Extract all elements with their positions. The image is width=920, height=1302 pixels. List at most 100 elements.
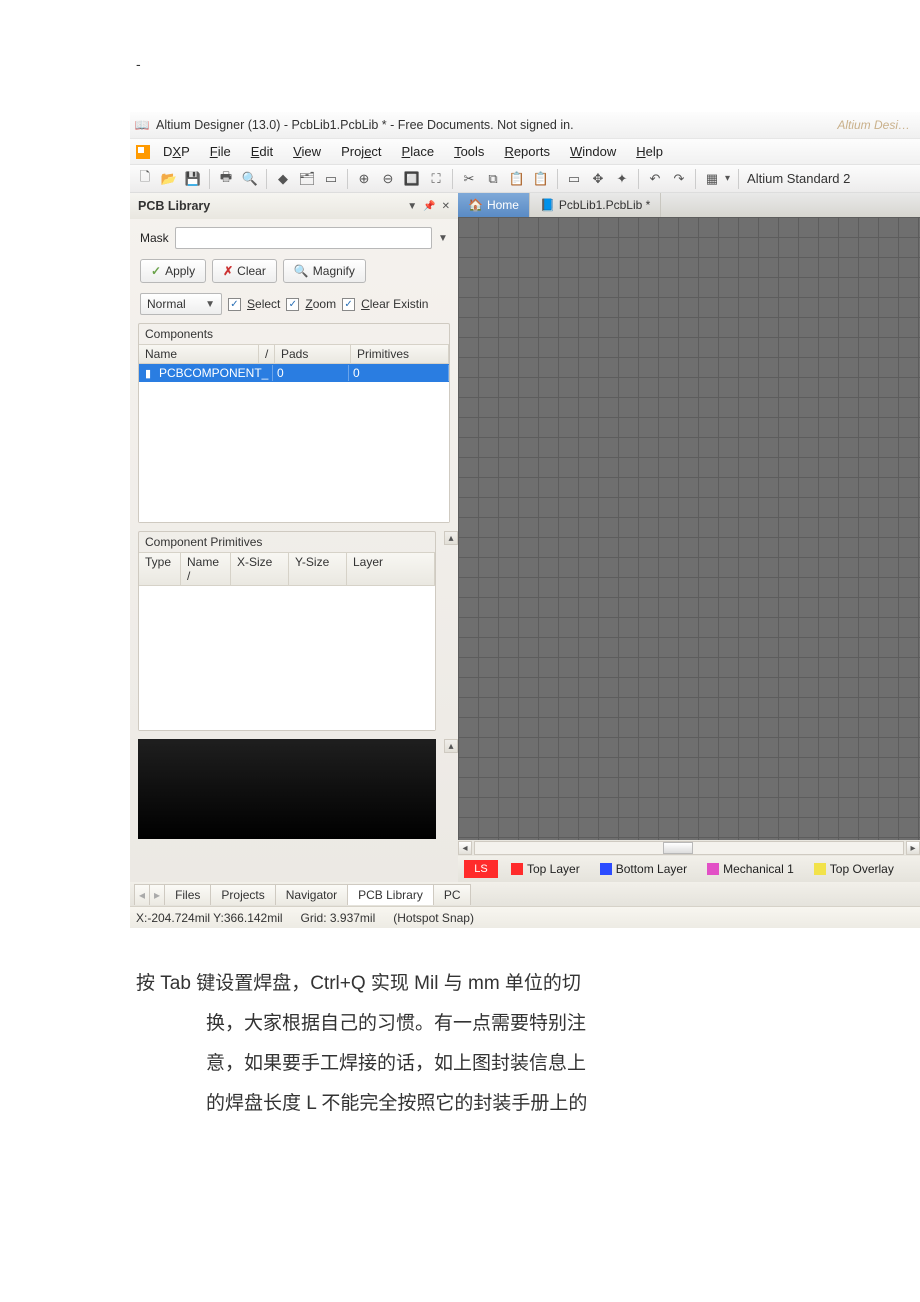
tab-projects[interactable]: Projects [210,884,275,905]
col-sort-icon[interactable]: / [259,345,275,363]
magnify-button[interactable]: 🔍Magnify [283,259,366,283]
tab-navigator[interactable]: Navigator [275,884,348,905]
tab-pcblib[interactable]: 📘 PcbLib1.PcbLib * [530,193,661,217]
primitives-group: Component Primitives Type Name / X-Size … [138,531,436,731]
window-title: Altium Designer (13.0) - PcbLib1.PcbLib … [156,118,574,132]
clear-button[interactable]: ✗Clear [212,259,277,283]
print-icon[interactable]: 🖶 [215,168,237,190]
zoom-fit-icon[interactable]: ⛶ [425,168,447,190]
menu-tools[interactable]: Tools [445,142,493,161]
component-name: PCBCOMPONENT_ [155,365,273,381]
menu-project[interactable]: Project [332,142,390,161]
canvas-hscroll[interactable]: ◂ ▸ [458,840,920,856]
deselect-icon[interactable]: ✦ [611,168,633,190]
altium-icon[interactable] [134,143,152,161]
tab-pc[interactable]: PC [433,884,472,905]
select-icon[interactable]: ▭ [563,168,585,190]
move-icon[interactable]: ✥ [587,168,609,190]
pcol-ysize[interactable]: Y-Size [289,553,347,585]
status-snap: (Hotspot Snap) [393,911,474,925]
layer-top-overlay[interactable]: Top Overlay [807,859,901,879]
swatch-icon [600,863,612,875]
pcol-layer[interactable]: Layer [347,553,435,585]
component-primitives: 0 [349,365,449,381]
zoom-out-icon[interactable]: ⊖ [377,168,399,190]
toolbar-sep [266,169,267,189]
component-pads: 0 [273,365,349,381]
copy-icon[interactable]: ⧉ [482,168,504,190]
toolbar: 🗋 📂 💾 🖶 🔍 ◆ 🗂 ▭ ⊕ ⊖ 🔲 ⛶ ✂ ⧉ 📋 📋 ▭ ✥ ✦ [130,164,920,192]
layer-set-button[interactable]: LS [464,860,498,878]
app-window: 📖 Altium Designer (13.0) - PcbLib1.PcbLi… [130,112,920,928]
collapse-preview-icon[interactable]: ▴ [444,739,458,753]
toolbar-sep [638,169,639,189]
tab-files[interactable]: Files [164,884,211,905]
panel-close-icon[interactable]: ✕ [442,201,450,212]
col-pads[interactable]: Pads [275,345,351,363]
tabs-scroll-right-icon[interactable]: ▸ [149,884,165,905]
tab-home[interactable]: 🏠 Home [458,193,530,217]
component-row[interactable]: ▮ PCBCOMPONENT_ 0 0 [139,364,449,382]
grid-icon[interactable]: ▦ [701,168,723,190]
col-name[interactable]: Name [139,345,259,363]
mode-select[interactable]: Normal▼ [140,293,222,315]
status-grid: Grid: 3.937mil [301,911,376,925]
grid-dropdown-icon[interactable]: ▾ [725,173,730,184]
layer-bottom[interactable]: Bottom Layer [593,859,694,879]
status-coords: X:-204.724mil Y:366.142mil [136,911,283,925]
tab-pcb-library[interactable]: PCB Library [347,884,434,905]
swatch-icon [511,863,523,875]
menu-reports[interactable]: Reports [495,142,559,161]
cut-icon[interactable]: ✂ [458,168,480,190]
pcol-xsize[interactable]: X-Size [231,553,289,585]
open-icon[interactable]: 📂 [158,168,180,190]
panel-pin-icon[interactable]: 📌 [423,201,435,212]
undo-icon[interactable]: ↶ [644,168,666,190]
layer-top[interactable]: Top Layer [504,859,587,879]
pcol-type[interactable]: Type [139,553,181,585]
tabs-scroll-left-icon[interactable]: ◂ [134,884,150,905]
zoom-checkbox[interactable]: ✓ [286,298,299,311]
layer-mech1[interactable]: Mechanical 1 [700,859,801,879]
library-icon[interactable]: 🗂 [296,168,318,190]
app-logo-icon: 📖 [134,117,150,133]
pcb-canvas[interactable] [458,217,920,840]
zoom-in-icon[interactable]: ⊕ [353,168,375,190]
menu-edit[interactable]: Edit [242,142,282,161]
mask-dropdown-icon[interactable]: ▼ [438,233,448,244]
layers-icon[interactable]: ◆ [272,168,294,190]
document-tabs: 🏠 Home 📘 PcbLib1.PcbLib * [458,193,920,217]
col-primitives[interactable]: Primitives [351,345,449,363]
apply-button[interactable]: ✓Apply [140,259,206,283]
preview-icon[interactable]: 🔍 [239,168,261,190]
menu-view[interactable]: View [284,142,330,161]
paste-icon[interactable]: 📋 [506,168,528,190]
status-bar: X:-204.724mil Y:366.142mil Grid: 3.937mi… [130,906,920,928]
mask-label: Mask [140,231,169,245]
menubar: DXP File Edit View Project Place Tools R… [130,138,920,164]
zoom-area-icon[interactable]: 🔲 [401,168,423,190]
save-icon[interactable]: 💾 [182,168,204,190]
toolbar-layer-combo[interactable]: Altium Standard 2 [738,169,858,189]
paste-special-icon[interactable]: 📋 [530,168,552,190]
select-checkbox[interactable]: ✓ [228,298,241,311]
collapse-up-icon[interactable]: ▴ [444,531,458,545]
menu-dxp[interactable]: DXP [154,142,199,161]
scroll-thumb[interactable] [663,842,693,854]
toolbar-sep [452,169,453,189]
redo-icon[interactable]: ↷ [668,168,690,190]
mask-input[interactable] [175,227,432,249]
panel-icon[interactable]: ▭ [320,168,342,190]
pcol-name[interactable]: Name / [181,553,231,585]
new-doc-icon[interactable]: 🗋 [134,168,156,190]
clear-existing-checkbox[interactable]: ✓ [342,298,355,311]
menu-place[interactable]: Place [393,142,444,161]
scroll-right-icon[interactable]: ▸ [906,841,920,855]
swatch-icon [814,863,826,875]
titlebar: 📖 Altium Designer (13.0) - PcbLib1.PcbLi… [130,112,920,138]
menu-file[interactable]: File [201,142,240,161]
menu-help[interactable]: Help [627,142,672,161]
menu-window[interactable]: Window [561,142,625,161]
panel-menu-icon[interactable]: ▼ [407,201,417,212]
scroll-left-icon[interactable]: ◂ [458,841,472,855]
